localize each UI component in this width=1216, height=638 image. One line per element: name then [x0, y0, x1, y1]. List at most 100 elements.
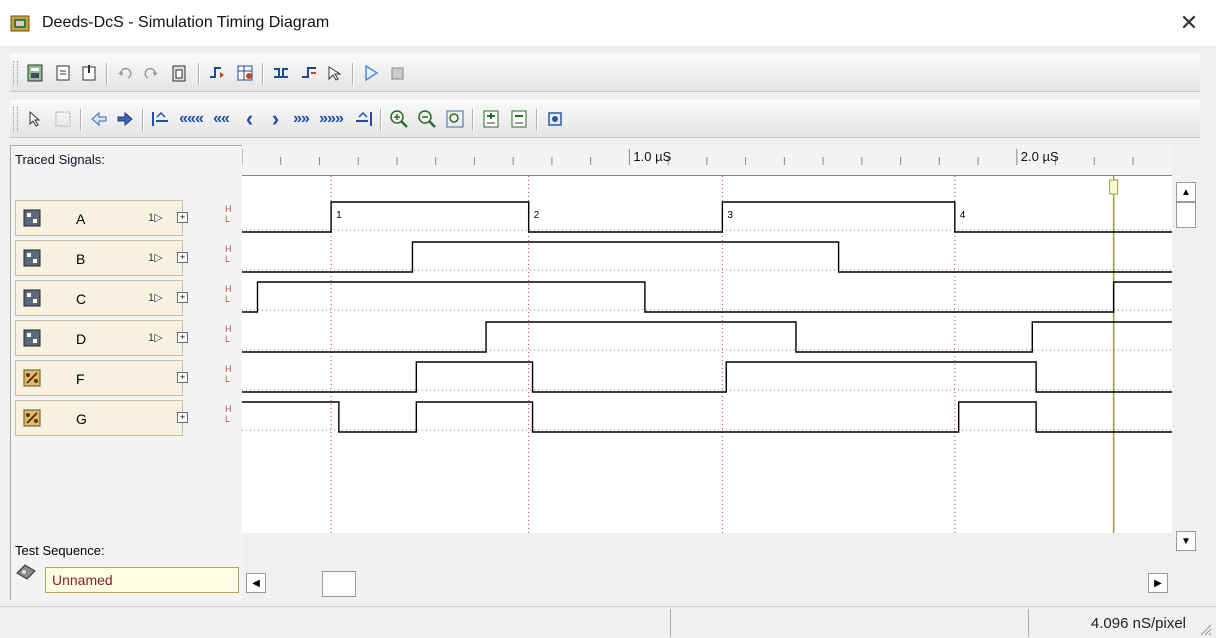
toolbar-separator	[198, 63, 200, 85]
insert-signal-icon[interactable]	[204, 59, 230, 87]
hl-level-labels: HL	[225, 364, 237, 384]
waveform-d	[242, 321, 1172, 353]
play-icon[interactable]	[358, 59, 384, 87]
signal-row-c[interactable]: C 1▷ +	[15, 280, 188, 316]
fast-back-icon[interactable]: ««	[208, 105, 234, 133]
high-level-label: H	[225, 364, 232, 374]
signal-name: C	[76, 291, 87, 307]
scroll-up-button[interactable]: ▲	[1176, 182, 1196, 202]
redo-icon[interactable]	[138, 59, 164, 87]
input-switch-icon	[23, 289, 41, 307]
first-icon[interactable]: «««	[176, 105, 206, 133]
last-icon[interactable]: »»»	[316, 105, 346, 133]
signal-row-f[interactable]: F +	[15, 360, 188, 396]
scroll-down-button[interactable]: ▼	[1176, 531, 1196, 551]
toolbar-separator	[472, 109, 474, 131]
cursor-handle[interactable]	[1109, 179, 1119, 195]
arrow-left-icon[interactable]	[86, 105, 112, 133]
marker-label: 2	[534, 210, 540, 221]
zoom-fit-icon[interactable]	[442, 105, 468, 133]
add-trace-icon[interactable]	[478, 105, 504, 133]
signal-row-d[interactable]: D 1▷ +	[15, 320, 188, 356]
go-start-icon[interactable]	[148, 105, 174, 133]
clipboard-icon[interactable]	[166, 59, 192, 87]
trace-grid-icon[interactable]	[50, 105, 76, 133]
go-end-icon[interactable]	[350, 105, 376, 133]
toolbar-grip[interactable]	[13, 107, 18, 131]
expand-icon[interactable]: +	[177, 372, 188, 383]
edit-table-icon[interactable]	[232, 59, 258, 87]
split-icon[interactable]	[268, 59, 294, 87]
probe-icon[interactable]: 1▷	[148, 211, 163, 224]
open-file-icon[interactable]	[76, 59, 102, 87]
input-switch-icon	[23, 249, 41, 267]
waveform-g	[242, 401, 1172, 433]
signal-name: A	[76, 211, 86, 227]
zoom-out-icon[interactable]	[414, 105, 440, 133]
traced-signals-panel: Traced Signals: A 1▷ + B 1▷ + C 1▷ + D 1▷ + F + G + Tes…	[10, 145, 243, 600]
expand-icon[interactable]: +	[177, 332, 188, 343]
output-meter-icon	[23, 409, 41, 427]
title-bar: Deeds-DcS - Simulation Timing Diagram ✕	[0, 0, 1216, 46]
stop-icon[interactable]	[384, 59, 410, 87]
zoom-in-icon[interactable]	[386, 105, 412, 133]
merge-icon[interactable]	[296, 59, 322, 87]
horizontal-scroll-thumb[interactable]	[322, 571, 356, 597]
signal-name: D	[76, 331, 87, 347]
probe-icon[interactable]: 1▷	[148, 291, 163, 304]
probe-icon[interactable]: 1▷	[148, 251, 163, 264]
new-file-icon[interactable]	[50, 59, 76, 87]
expand-icon[interactable]: +	[177, 252, 188, 263]
app-chip-icon	[10, 15, 30, 32]
toolbar-separator	[80, 109, 82, 131]
input-switch-icon	[23, 329, 41, 347]
signal-row-g[interactable]: G +	[15, 400, 188, 436]
low-level-label: L	[225, 334, 231, 344]
undo-icon[interactable]	[112, 59, 138, 87]
scroll-right-button[interactable]: ▶	[1148, 573, 1168, 593]
high-level-label: H	[225, 404, 232, 414]
status-separator	[1028, 609, 1029, 637]
marker-label: 4	[960, 210, 966, 221]
waveform-area[interactable]: 1 2 3 4	[242, 176, 1172, 533]
signal-row-a[interactable]: A 1▷ +	[15, 200, 188, 236]
main-toolbar	[10, 54, 1200, 92]
toolbar-separator	[380, 109, 382, 131]
status-separator	[670, 609, 671, 637]
test-sequence-icon	[16, 564, 36, 580]
expand-icon[interactable]: +	[177, 412, 188, 423]
toolbar-separator	[352, 63, 354, 85]
toolbar-grip[interactable]	[13, 61, 18, 85]
signal-name: F	[76, 371, 85, 387]
output-meter-icon	[23, 369, 41, 387]
settings-chip-icon[interactable]	[542, 105, 568, 133]
remove-trace-icon[interactable]	[506, 105, 532, 133]
signal-row-b[interactable]: B 1▷ +	[15, 240, 188, 276]
print-icon[interactable]	[22, 59, 48, 87]
vertical-scroll-thumb[interactable]	[1176, 202, 1196, 228]
back-icon[interactable]: ‹	[236, 105, 262, 133]
low-level-label: L	[225, 294, 231, 304]
pointer-signal-icon[interactable]	[322, 59, 348, 87]
time-ruler: 1.0 µS 2.0 µS	[242, 145, 1172, 176]
toolbar-separator	[106, 63, 108, 85]
scroll-left-button[interactable]: ◀	[246, 573, 266, 593]
trace-pointer-icon[interactable]	[22, 105, 48, 133]
expand-icon[interactable]: +	[177, 292, 188, 303]
probe-icon[interactable]: 1▷	[148, 331, 163, 344]
arrow-right-icon[interactable]	[112, 105, 138, 133]
forward-icon[interactable]: ›	[262, 105, 288, 133]
hl-level-labels: HL	[225, 244, 237, 264]
fast-forward-icon[interactable]: »»	[288, 105, 314, 133]
horizontal-scrollbar[interactable]: ◀ ▶	[242, 569, 1172, 599]
resize-grip-icon[interactable]	[1198, 622, 1212, 636]
ruler-label: 2.0 µS	[1021, 149, 1059, 164]
sequence-name-field[interactable]: Unnamed	[45, 567, 239, 593]
waveform-f	[242, 361, 1172, 393]
close-button[interactable]: ✕	[1162, 0, 1216, 46]
expand-icon[interactable]: +	[177, 212, 188, 223]
input-switch-icon	[23, 209, 41, 227]
toolbar-separator	[262, 63, 264, 85]
status-bar: 4.096 nS/pixel	[0, 606, 1216, 638]
vertical-scrollbar[interactable]: ▲ ▼	[1172, 176, 1200, 571]
